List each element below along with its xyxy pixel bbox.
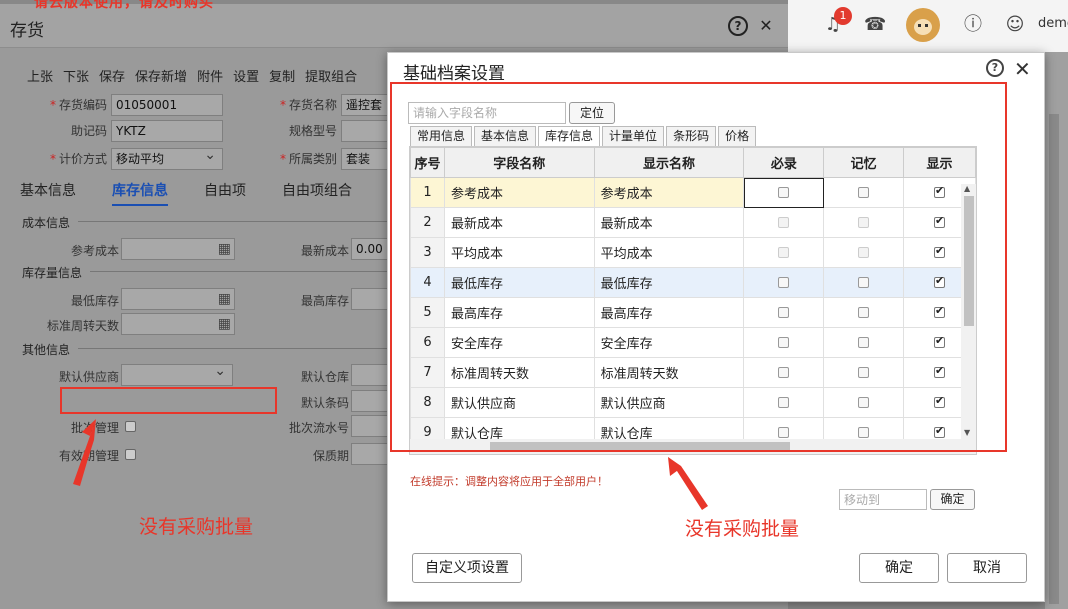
attachment-button[interactable]: 附件 (197, 66, 223, 85)
spec-field[interactable] (341, 120, 391, 142)
annotation-left: 没有采购批量 (139, 516, 254, 538)
pricing-label: * 计价方式 (50, 152, 108, 166)
form-tabs: 基本信息 库存信息 自由项 自由项组合 条 (20, 180, 402, 206)
user-name[interactable]: demo (1038, 16, 1068, 31)
barcode-field[interactable] (351, 390, 391, 412)
min-stock-field[interactable] (121, 288, 235, 310)
online-tip: 在线提示：调整内容将应用于全部用户！ (410, 475, 608, 488)
code-field[interactable]: 01050001 (111, 94, 223, 116)
ok-button[interactable]: 确定 (859, 553, 939, 583)
move-to-confirm-button[interactable]: 确定 (930, 489, 975, 510)
mnemonic-label: 助记码 (71, 124, 108, 138)
barcode-label: 默认条码 (301, 396, 350, 410)
stock-section-title: 库存量信息 (22, 266, 83, 280)
help-icon[interactable]: ? (728, 16, 748, 36)
scrollbar-thumb[interactable] (1049, 114, 1059, 604)
divider (90, 271, 388, 272)
pricing-select[interactable]: 移动平均 (111, 145, 223, 170)
settings-button[interactable]: 设置 (233, 66, 259, 85)
expiry-label: 有效期管理 (59, 449, 120, 463)
close-icon[interactable]: ✕ (756, 16, 776, 36)
ref-cost-label: 参考成本 (71, 244, 120, 258)
divider (78, 221, 388, 222)
supplier-select[interactable] (121, 361, 233, 386)
custom-items-button[interactable]: 自定义项设置 (412, 553, 522, 583)
batch-checkbox[interactable] (125, 421, 136, 432)
latest-cost-field[interactable]: 0.00 (351, 238, 391, 260)
tab-free-combo[interactable]: 自由项组合 (282, 180, 352, 206)
mnemonic-field[interactable]: YKTZ (111, 120, 223, 142)
copy-button[interactable]: 复制 (269, 66, 295, 85)
save-new-button[interactable]: 保存新增 (135, 66, 187, 85)
annotation-box-right (390, 82, 1007, 452)
tab-basic[interactable]: 基本信息 (20, 180, 76, 206)
supplier-label: 默认供应商 (59, 370, 120, 384)
extract-combo-button[interactable]: 提取组合 (305, 66, 357, 85)
category-label: * 所属类别 (280, 152, 338, 166)
cost-section-title: 成本信息 (22, 216, 71, 230)
close-icon[interactable]: ✕ (1014, 57, 1031, 81)
tab-stock[interactable]: 库存信息 (112, 180, 168, 206)
batch-serial-label: 批次流水号 (289, 421, 350, 435)
latest-cost-label: 最新成本 (301, 244, 350, 258)
batch-serial-field[interactable] (351, 415, 391, 437)
next-button[interactable]: 下张 (63, 66, 89, 85)
max-stock-label: 最高库存 (301, 294, 350, 308)
move-to-input[interactable] (839, 489, 927, 510)
annotation-right: 没有采购批量 (685, 518, 800, 540)
shelf-life-label: 保质期 (313, 449, 350, 463)
divider (78, 348, 388, 349)
code-label: * 存货编码 (50, 98, 108, 112)
name-field[interactable]: 遥控套装 (341, 94, 391, 116)
trial-banner: 请云版本使用，请及时购买 (34, 0, 214, 11)
turnover-field[interactable] (121, 313, 235, 335)
page-scrollbar[interactable] (1045, 52, 1068, 609)
save-button[interactable]: 保存 (99, 66, 125, 85)
turnover-label: 标准周转天数 (47, 319, 120, 333)
notification-badge: 1 (834, 7, 852, 25)
name-label: * 存货名称 (280, 98, 338, 112)
max-stock-field[interactable] (351, 288, 391, 310)
category-field[interactable]: 套装 (341, 148, 391, 170)
dialog-title: 基础档案设置 (403, 64, 505, 84)
window-title: 存货 (10, 21, 44, 41)
ref-cost-field[interactable] (121, 238, 235, 260)
user-icon[interactable]: ☺ (1004, 14, 1026, 36)
tab-free[interactable]: 自由项 (204, 180, 246, 206)
prev-button[interactable]: 上张 (27, 66, 53, 85)
min-stock-label: 最低库存 (71, 294, 120, 308)
warehouse-label: 默认仓库 (301, 370, 350, 384)
help-icon[interactable]: ? (986, 59, 1004, 77)
annotation-box-left (60, 387, 277, 414)
shelf-life-field[interactable] (351, 443, 391, 465)
expiry-checkbox[interactable] (125, 449, 136, 460)
toolbar: 上张 下张 保存 保存新增 附件 设置 复制 提取组合 (27, 66, 357, 85)
other-section-title: 其他信息 (22, 343, 71, 357)
avatar[interactable] (906, 8, 940, 42)
batch-label: 批次管理 (71, 421, 120, 435)
help-icon[interactable]: ⓘ (962, 14, 984, 36)
phone-icon[interactable]: ☎ (864, 14, 886, 36)
cancel-button[interactable]: 取消 (947, 553, 1027, 583)
warehouse-field[interactable] (351, 364, 391, 386)
spec-label: 规格型号 (289, 124, 338, 138)
